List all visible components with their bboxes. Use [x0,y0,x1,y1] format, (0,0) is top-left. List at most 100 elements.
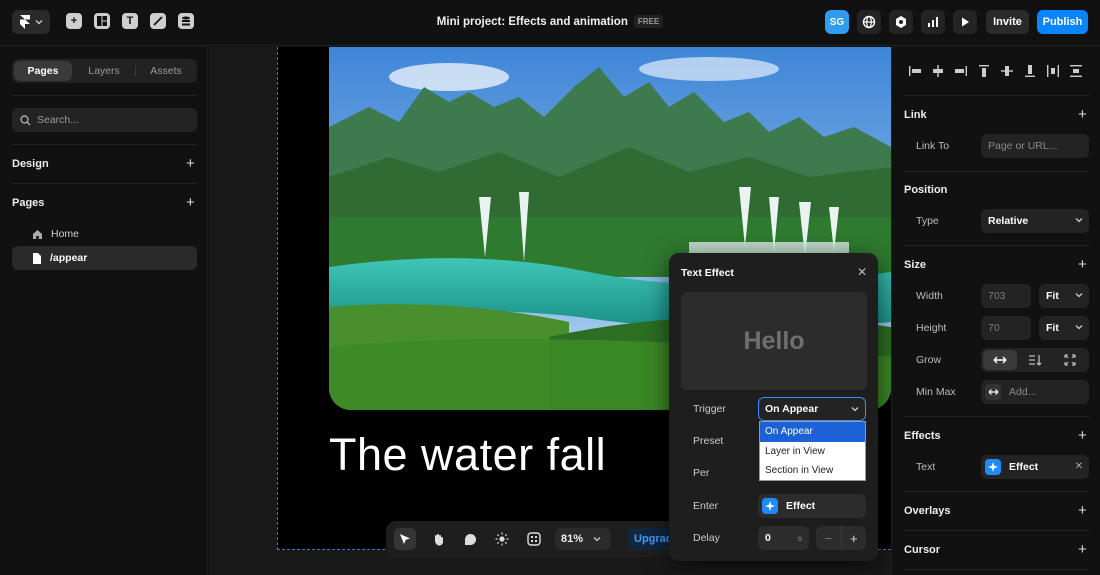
trigger-option-on-appear[interactable]: On Appear [760,422,865,442]
remove-effect-icon[interactable]: ✕ [1075,461,1083,472]
trigger-option-section-in-view[interactable]: Section in View [760,461,865,481]
home-icon [33,229,42,239]
width-input[interactable]: 703 [981,284,1031,308]
grow-both-icon[interactable] [1053,350,1087,370]
delay-stepper: − + [816,526,866,550]
position-type-value: Relative [988,215,1029,227]
search-box[interactable] [12,108,197,132]
align-top-icon[interactable] [976,63,992,79]
tab-pages[interactable]: Pages [14,61,72,81]
search-input[interactable] [37,114,187,126]
add-page-icon[interactable]: + [186,195,195,210]
decrement-button[interactable]: − [816,526,841,550]
divider [904,569,1089,570]
height-input[interactable]: 70 [981,316,1031,340]
align-center-horizontal-icon[interactable] [930,63,946,79]
analytics-icon[interactable] [921,10,945,34]
trigger-option-layer-in-view[interactable]: Layer in View [760,442,865,462]
link-section-title: Link [904,109,927,121]
grow-vertical-icon[interactable] [1018,350,1052,370]
divider [12,144,197,145]
add-link-icon[interactable]: + [1078,107,1087,122]
divider [904,416,1089,417]
divider [12,183,197,184]
framer-menu-button[interactable] [12,10,50,34]
insert-icon[interactable]: + [66,13,82,29]
effects-section-title: Effects [904,430,941,442]
components-icon[interactable] [523,528,545,550]
increment-button[interactable]: + [840,526,867,550]
invite-button[interactable]: Invite [986,10,1029,34]
design-section-title: Design [12,158,49,170]
add-design-icon[interactable]: + [186,156,195,171]
plan-badge: FREE [633,15,664,28]
height-mode-select[interactable]: Fit [1039,316,1089,340]
link-to-input[interactable]: Page or URL... [981,134,1089,158]
page-label: /appear [50,252,88,264]
settings-icon[interactable] [889,10,913,34]
zoom-select[interactable]: 81% [555,528,611,550]
page-heading[interactable]: The water fall [329,429,606,481]
enter-effect-chip[interactable]: Effect [758,494,866,518]
hand-tool-icon[interactable] [427,528,449,550]
publish-button[interactable]: Publish [1037,10,1088,34]
resize-arrows-icon [985,384,1001,400]
grow-horizontal-icon[interactable] [983,350,1017,370]
cursor-section-title: Cursor [904,544,941,556]
align-center-vertical-icon[interactable] [999,63,1015,79]
height-label: Height [916,322,947,334]
add-effect-icon[interactable]: + [1078,428,1087,443]
chevron-down-icon [1075,325,1083,330]
effect-preview: Hello [681,292,867,390]
text-tool-icon[interactable]: T [122,13,138,29]
size-section-title: Size [904,259,927,271]
top-bar: + T Mini project: Effects and animation F… [0,0,1100,46]
vector-tool-icon[interactable] [150,13,166,29]
overlays-section-title: Overlays [904,505,951,517]
align-bottom-icon[interactable] [1022,63,1038,79]
alignment-tools [904,63,1089,79]
preset-label: Preset [693,435,724,447]
width-label: Width [916,290,943,302]
comment-icon[interactable] [459,528,481,550]
width-mode-select[interactable]: Fit [1039,284,1089,308]
theme-sun-icon[interactable] [491,528,513,550]
min-max-add[interactable]: Add... [981,380,1089,404]
align-left-icon[interactable] [907,63,923,79]
trigger-select[interactable]: On Appear [758,397,866,421]
chevron-down-icon [851,407,859,412]
globe-icon[interactable] [857,10,881,34]
user-avatar[interactable]: SG [825,10,849,34]
effect-sparkle-icon [762,498,778,514]
cms-database-icon[interactable] [178,13,194,29]
text-effect-value: Effect [1009,461,1039,473]
pages-section-title: Pages [12,197,45,209]
popover-title: Text Effect [681,267,734,279]
tab-assets[interactable]: Assets [136,59,196,83]
enter-effect-value: Effect [786,500,816,512]
preview-play-icon[interactable] [953,10,977,34]
distribute-horizontal-icon[interactable] [1045,63,1061,79]
enter-label: Enter [693,500,719,512]
trigger-label: Trigger [693,403,726,415]
text-effect-chip[interactable]: Effect ✕ [981,455,1089,479]
position-type-select[interactable]: Relative [981,209,1089,233]
delay-input[interactable]: 0 s [758,526,809,550]
tab-layers[interactable]: Layers [74,59,134,83]
align-right-icon[interactable] [953,63,969,79]
add-size-icon[interactable]: + [1078,257,1087,272]
page-item-appear[interactable]: /appear [12,246,197,270]
chevron-down-icon [1075,218,1083,223]
left-panel: Pages Layers Assets Design + Pages + Hom… [0,47,208,575]
add-cursor-icon[interactable]: + [1078,542,1087,557]
framer-logo-icon [20,15,30,29]
delay-unit: s [797,533,802,543]
close-icon[interactable]: ✕ [857,265,867,279]
page-item-home[interactable]: Home [12,222,197,246]
add-overlay-icon[interactable]: + [1078,503,1087,518]
distribute-vertical-icon[interactable] [1068,63,1084,79]
layout-icon[interactable] [94,13,110,29]
divider [904,171,1089,172]
select-tool-icon[interactable] [394,528,416,550]
page-label: Home [51,228,80,240]
